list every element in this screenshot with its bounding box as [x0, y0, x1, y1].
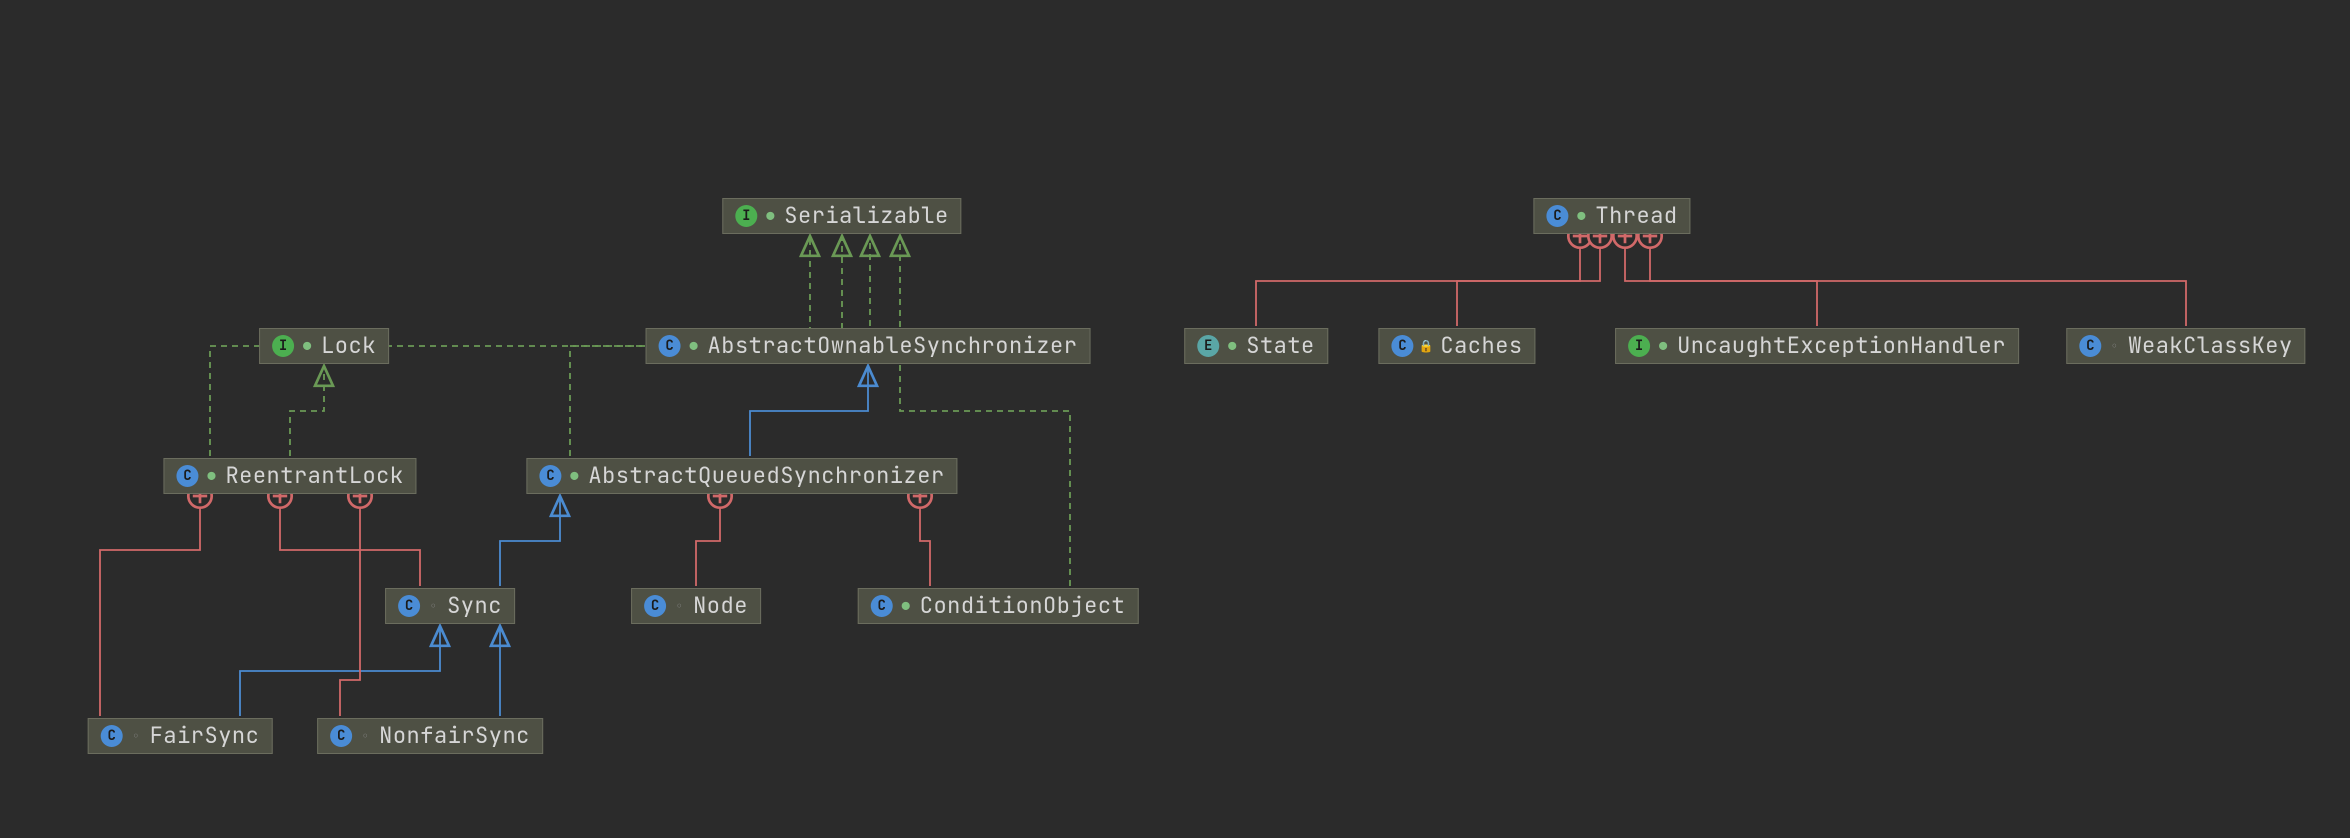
- edge-inner-thread-wck: [1650, 236, 2186, 326]
- interface-icon: I: [735, 205, 757, 227]
- class-icon: C: [101, 725, 123, 747]
- edge-implements-reentrant-lock: [290, 366, 324, 456]
- package-private-icon: ◦: [358, 729, 372, 743]
- class-icon: C: [1391, 335, 1413, 357]
- node-icon-stack: C⬤: [176, 465, 218, 487]
- interface-icon: I: [272, 335, 294, 357]
- edge-extends-aqs-aos: [750, 366, 868, 456]
- node-label: NonfairSync: [379, 725, 530, 747]
- node-icon-stack: I⬤: [1628, 335, 1670, 357]
- public-icon: ⬤: [1225, 339, 1239, 353]
- package-private-icon: ◦: [672, 599, 686, 613]
- node-icon-stack: C◦: [398, 595, 440, 617]
- class-node-ueh[interactable]: I⬤UncaughtExceptionHandler: [1615, 328, 2019, 364]
- edge-inner-thread-ueh: [1625, 236, 1817, 326]
- package-private-icon: ◦: [426, 599, 440, 613]
- class-icon: C: [2079, 335, 2101, 357]
- public-icon: ⬤: [1574, 209, 1588, 223]
- class-node-reentrant[interactable]: C⬤ReentrantLock: [163, 458, 416, 494]
- node-label: FairSync: [150, 725, 260, 747]
- interface-icon: I: [1628, 335, 1650, 357]
- class-icon: C: [539, 465, 561, 487]
- node-icon-stack: C⬤: [659, 335, 701, 357]
- edge-inner-thread-caches: [1457, 236, 1600, 326]
- node-icon-stack: I⬤: [272, 335, 314, 357]
- class-node-nonfairsync[interactable]: C◦NonfairSync: [317, 718, 543, 754]
- class-node-node_cls[interactable]: C◦Node: [631, 588, 761, 624]
- node-icon-stack: C◦: [101, 725, 143, 747]
- edge-inner-reentrant-sync: [280, 496, 420, 586]
- edge-inner-reentrant-nonfairsync: [340, 496, 360, 716]
- edge-inner-thread-state: [1256, 236, 1580, 326]
- class-node-sync[interactable]: C◦Sync: [385, 588, 515, 624]
- class-node-lock[interactable]: I⬤Lock: [259, 328, 389, 364]
- node-icon-stack: C◦: [644, 595, 686, 617]
- class-node-wck[interactable]: C◦WeakClassKey: [2066, 328, 2305, 364]
- class-node-serializable[interactable]: I⬤Serializable: [722, 198, 961, 234]
- public-icon: ⬤: [204, 469, 218, 483]
- node-label: Sync: [447, 595, 502, 617]
- class-icon: C: [176, 465, 198, 487]
- node-label: AbstractQueuedSynchronizer: [588, 465, 944, 487]
- class-node-aqs[interactable]: C⬤AbstractQueuedSynchronizer: [526, 458, 957, 494]
- class-node-fairsync[interactable]: C◦FairSync: [88, 718, 273, 754]
- public-icon: ⬤: [899, 599, 913, 613]
- node-icon-stack: C⬤: [1546, 205, 1588, 227]
- edge-inner-aqs-condobj: [920, 496, 930, 586]
- node-label: ConditionObject: [920, 595, 1126, 617]
- edge-inner-reentrant-fairsync: [100, 496, 200, 716]
- lock-icon: 🔒: [1419, 339, 1433, 353]
- public-icon: ⬤: [1656, 339, 1670, 353]
- node-label: Thread: [1595, 205, 1677, 227]
- edge-inner-aqs-node_cls: [696, 496, 720, 586]
- class-node-aos[interactable]: C⬤AbstractOwnableSynchronizer: [646, 328, 1091, 364]
- node-label: UncaughtExceptionHandler: [1677, 335, 2006, 357]
- node-icon-stack: C◦: [2079, 335, 2121, 357]
- class-icon: C: [1546, 205, 1568, 227]
- node-icon-stack: I⬤: [735, 205, 777, 227]
- public-icon: ⬤: [687, 339, 701, 353]
- connector-layer: [0, 0, 2350, 838]
- class-icon: C: [398, 595, 420, 617]
- node-icon-stack: C⬤: [871, 595, 913, 617]
- package-private-icon: ◦: [2107, 339, 2121, 353]
- class-node-state[interactable]: E⬤State: [1184, 328, 1328, 364]
- node-label: Caches: [1440, 335, 1522, 357]
- public-icon: ⬤: [567, 469, 581, 483]
- node-label: AbstractOwnableSynchronizer: [708, 335, 1078, 357]
- package-private-icon: ◦: [129, 729, 143, 743]
- enum-icon: E: [1197, 335, 1219, 357]
- class-icon: C: [659, 335, 681, 357]
- node-label: State: [1246, 335, 1315, 357]
- node-icon-stack: C⬤: [539, 465, 581, 487]
- class-node-condobj[interactable]: C⬤ConditionObject: [858, 588, 1139, 624]
- class-icon: C: [330, 725, 352, 747]
- node-label: Lock: [321, 335, 376, 357]
- node-label: Node: [693, 595, 748, 617]
- node-icon-stack: C◦: [330, 725, 372, 747]
- node-icon-stack: E⬤: [1197, 335, 1239, 357]
- edge-extends-fairsync-sync: [240, 626, 440, 716]
- class-icon: C: [644, 595, 666, 617]
- edge-extends-sync-aqs: [500, 496, 560, 586]
- class-icon: C: [871, 595, 893, 617]
- public-icon: ⬤: [300, 339, 314, 353]
- node-label: ReentrantLock: [225, 465, 403, 487]
- class-node-thread[interactable]: C⬤Thread: [1533, 198, 1690, 234]
- public-icon: ⬤: [763, 209, 777, 223]
- edge-implements-condobj-serializable: [900, 236, 1070, 586]
- node-label: WeakClassKey: [2128, 335, 2292, 357]
- class-node-caches[interactable]: C🔒Caches: [1378, 328, 1535, 364]
- node-icon-stack: C🔒: [1391, 335, 1433, 357]
- node-label: Serializable: [784, 205, 948, 227]
- uml-diagram: I⬤SerializableC⬤ThreadI⬤LockC⬤AbstractOw…: [0, 0, 2350, 838]
